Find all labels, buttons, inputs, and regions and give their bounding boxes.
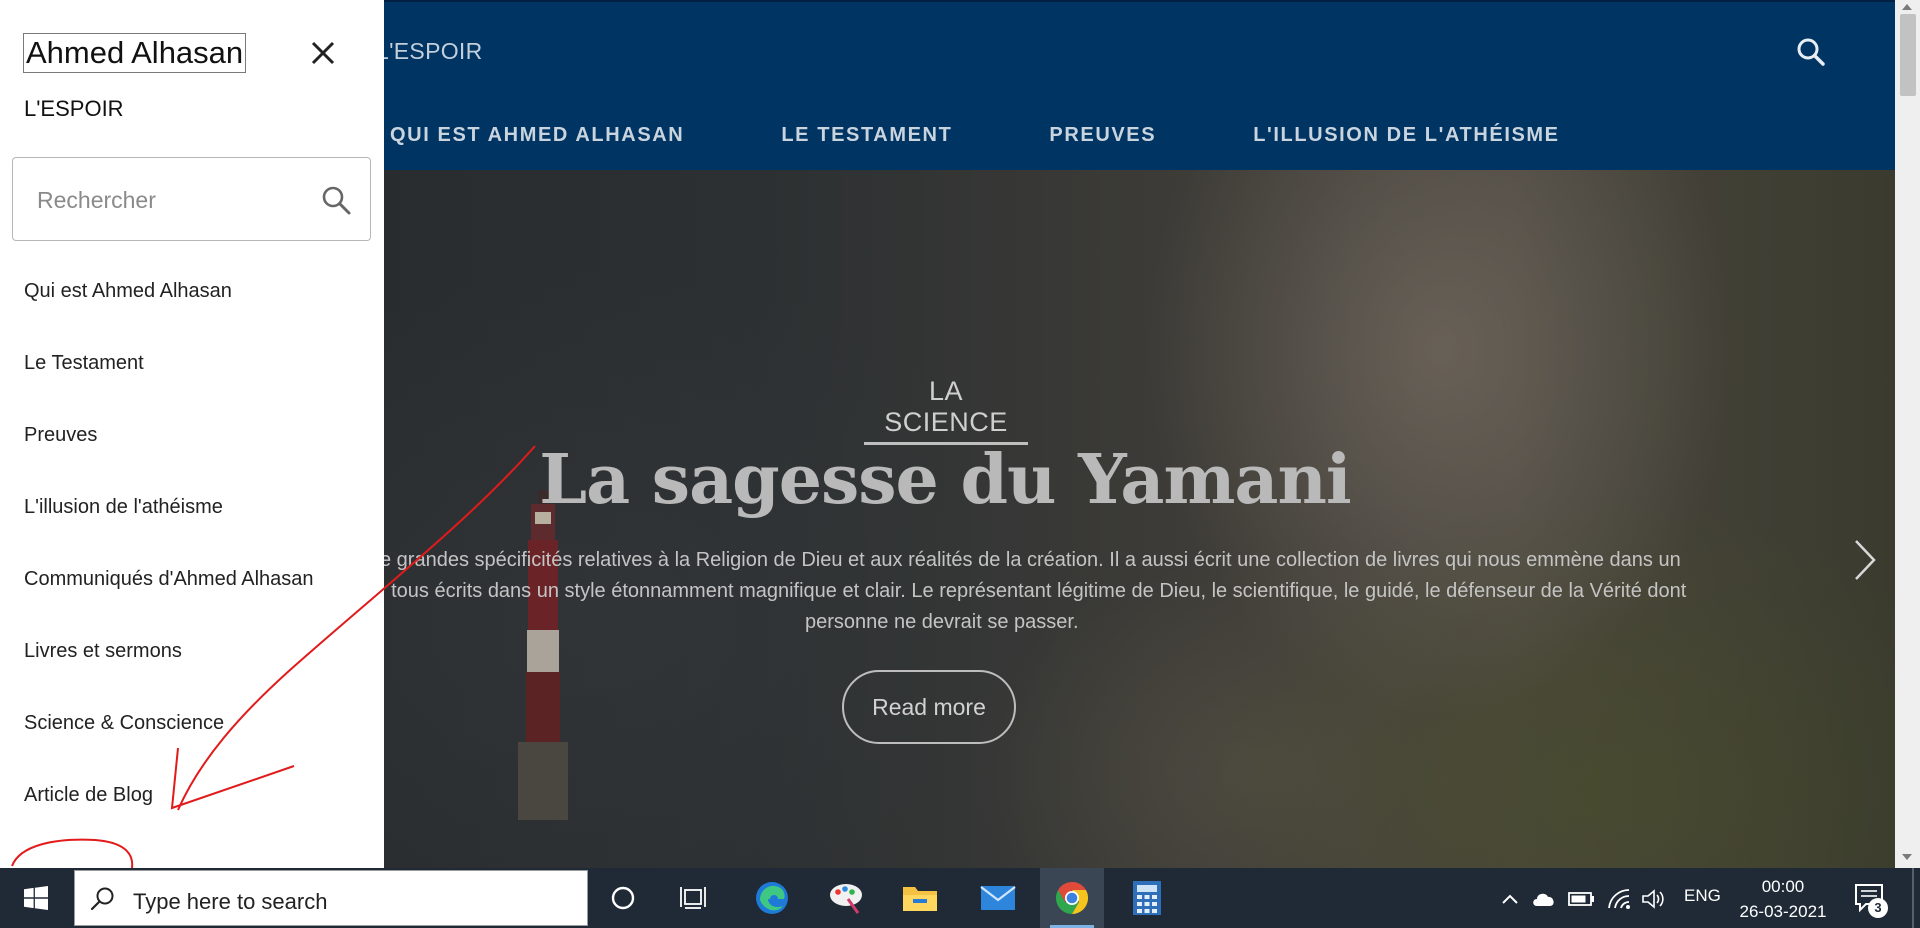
windows-start-button[interactable]: [0, 868, 72, 928]
scroll-down-arrow-icon[interactable]: [1902, 854, 1912, 860]
browser-viewport: L'ESPOIR QUI EST AHMED ALHASAN LE TESTAM…: [0, 0, 1920, 868]
onedrive-cloud-icon[interactable]: [1530, 886, 1558, 912]
nav-item-preuves[interactable]: PREUVES: [1049, 124, 1156, 147]
hero-title: La sagesse du Yamani: [539, 440, 1351, 520]
calculator-icon[interactable]: [1115, 868, 1179, 928]
taskbar-search-placeholder: Type here to search: [133, 889, 328, 914]
file-explorer-icon[interactable]: [888, 868, 952, 928]
windows-logo-icon: [24, 886, 48, 910]
lighthouse-image: [518, 490, 568, 820]
clock-time: 00:00: [1761, 877, 1805, 896]
task-view-icon[interactable]: [663, 868, 727, 928]
drawer-menu: Qui est Ahmed Alhasan Le Testament Preuv…: [24, 280, 314, 856]
drawer-menu-item-science-conscience[interactable]: Science & Conscience: [24, 712, 314, 784]
drawer-search-input[interactable]: [35, 176, 309, 224]
mail-icon[interactable]: [966, 868, 1030, 928]
battery-icon[interactable]: [1568, 886, 1596, 912]
chrome-icon[interactable]: [1040, 868, 1104, 928]
page-scrollbar[interactable]: [1895, 0, 1920, 868]
hero-category-link[interactable]: LA SCIENCE: [864, 376, 1028, 445]
scroll-up-arrow-icon[interactable]: [1902, 4, 1912, 10]
nav-item-le-testament[interactable]: LE TESTAMENT: [781, 124, 952, 147]
hero-description-line: e grandes spécificités relatives à la Re…: [380, 549, 1681, 571]
language-indicator[interactable]: ENG: [1684, 886, 1721, 906]
search-icon[interactable]: [319, 183, 353, 217]
nav-item-qui-est-ahmed-alhasan[interactable]: QUI EST AHMED ALHASAN: [390, 124, 684, 147]
main-nav: QUI EST AHMED ALHASAN LE TESTAMENT PREUV…: [390, 124, 1657, 147]
drawer-brand[interactable]: L'ESPOIR: [24, 96, 124, 122]
notification-count-badge: 3: [1868, 898, 1888, 918]
drawer-menu-item-communiques[interactable]: Communiqués d'Ahmed Alhasan: [24, 568, 314, 640]
site-brand[interactable]: L'ESPOIR: [376, 38, 483, 65]
wifi-icon[interactable]: [1606, 886, 1634, 912]
search-icon[interactable]: [1795, 36, 1827, 68]
close-icon[interactable]: [306, 36, 340, 70]
chevron-right-icon[interactable]: [1848, 535, 1880, 585]
paint-icon[interactable]: [815, 868, 879, 928]
drawer-menu-item-qui-est-ahmed-alhasan[interactable]: Qui est Ahmed Alhasan: [24, 280, 314, 352]
nav-item-illusion-atheisme[interactable]: L'ILLUSION DE L'ATHÉISME: [1253, 124, 1559, 147]
taskbar-clock[interactable]: 00:00 26-03-2021: [1728, 874, 1838, 924]
clock-date: 26-03-2021: [1739, 902, 1827, 921]
drawer-menu-item-preuves[interactable]: Preuves: [24, 424, 314, 496]
drawer-menu-item-article-de-blog[interactable]: Article de Blog: [24, 784, 314, 856]
cortana-icon[interactable]: [591, 868, 655, 928]
hero-description-line: , tous écrits dans un style étonnamment …: [380, 580, 1687, 602]
chevron-up-icon[interactable]: [1498, 886, 1522, 912]
volume-icon[interactable]: [1640, 886, 1668, 912]
hero-description: e grandes spécificités relatives à la Re…: [380, 545, 1890, 638]
search-icon: [89, 885, 117, 913]
drawer-menu-item-illusion-atheisme[interactable]: L'illusion de l'athéisme: [24, 496, 314, 568]
drawer-menu-item-livres-et-sermons[interactable]: Livres et sermons: [24, 640, 314, 712]
windows-taskbar: Type here to search ENG 00:00 26-03-2021…: [0, 868, 1920, 928]
edge-icon[interactable]: [740, 868, 804, 928]
scroll-thumb[interactable]: [1900, 14, 1916, 96]
hero-description-line: personne ne devrait se passer.: [805, 611, 1079, 633]
taskbar-search-box[interactable]: Type here to search: [74, 870, 588, 926]
read-more-button[interactable]: Read more: [842, 670, 1016, 744]
show-desktop-button[interactable]: [1912, 868, 1914, 928]
drawer-menu-item-le-testament[interactable]: Le Testament: [24, 352, 314, 424]
drawer-search-box: [12, 157, 371, 241]
side-drawer: Ahmed Alhasan L'ESPOIR Qui est Ahmed Alh…: [0, 0, 384, 868]
drawer-title[interactable]: Ahmed Alhasan: [23, 33, 247, 73]
